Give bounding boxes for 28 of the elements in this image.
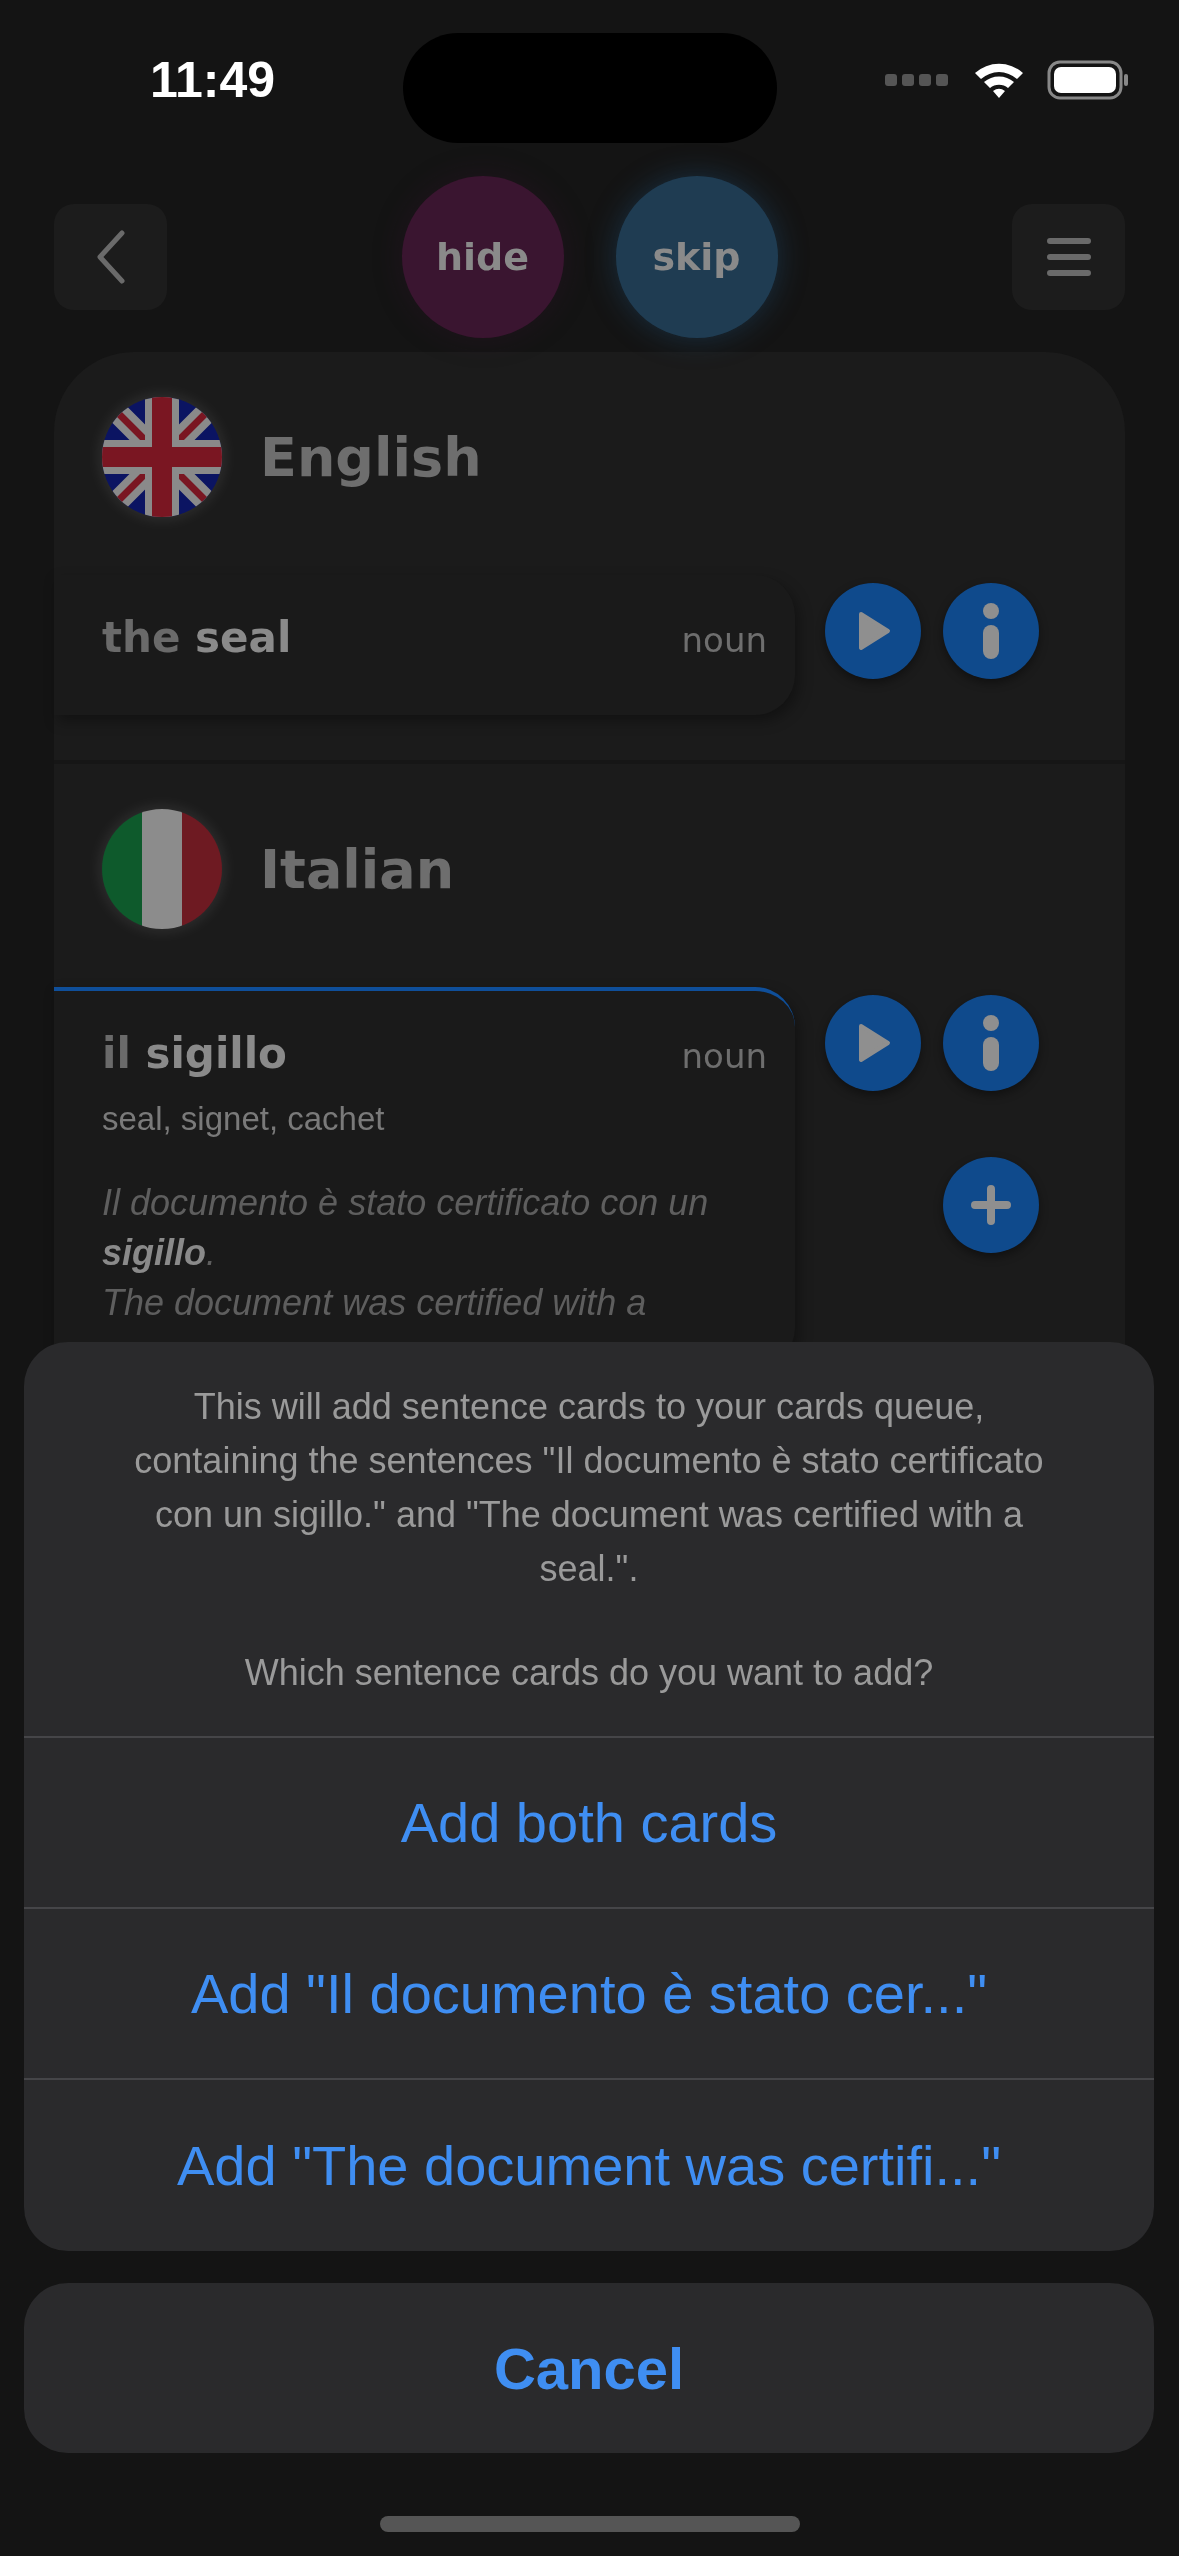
sheet-question: Which sentence cards do you want to add? <box>243 1651 935 1695</box>
example-translation: The document was certified with a <box>102 1281 648 1325</box>
signal-icon <box>885 73 951 87</box>
hide-button[interactable]: hide <box>401 176 564 338</box>
plus-icon <box>971 1185 1011 1225</box>
sheet-message: This will add sentence cards to your cards queue, containing the sentences "Il documento è stato certificato con un sigillo." and "The document was certified with a seal.". <box>134 1385 1044 1591</box>
back-icon <box>95 229 126 285</box>
skip-button[interactable]: skip <box>615 176 778 338</box>
menu-button[interactable] <box>1012 204 1125 310</box>
sheet-action[interactable]: Add "The document was certifi..." <box>24 2080 1154 2251</box>
back-button[interactable] <box>54 204 167 310</box>
status-time: 11:49 <box>150 51 276 109</box>
language-title: English <box>260 425 482 489</box>
sheet-action[interactable]: Add both cards <box>24 1738 1154 1909</box>
info-icon <box>981 1015 1001 1071</box>
part-of-speech: noun <box>681 620 767 660</box>
word-term: the seal <box>102 613 292 662</box>
part-of-speech: noun <box>681 1036 767 1076</box>
info-icon <box>981 603 1001 659</box>
word-term: il sigillo <box>102 1029 287 1078</box>
cancel-button[interactable]: Cancel <box>24 2283 1154 2453</box>
flag-icon <box>102 809 222 929</box>
example-sentence: Il documento è stato certificato con un sigillo. <box>102 1181 710 1275</box>
menu-icon <box>1046 237 1091 277</box>
sheet-action[interactable]: Add "Il documento è stato cer..." <box>24 1909 1154 2080</box>
translations: seal, signet, cachet <box>102 1100 386 1138</box>
battery-icon <box>1047 60 1129 100</box>
language-title: Italian <box>260 837 455 901</box>
